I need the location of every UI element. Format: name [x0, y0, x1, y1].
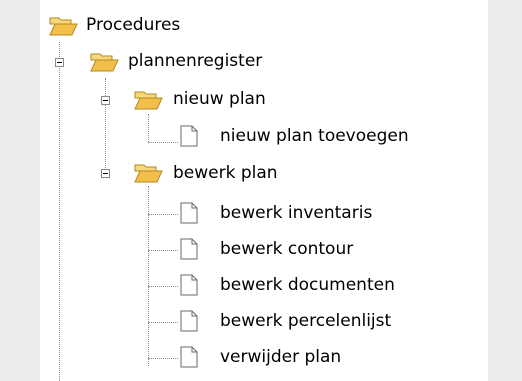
- tree-item-bewerk-inventaris[interactable]: bewerk inventaris: [0, 193, 488, 229]
- tree-node-nieuw-plan[interactable]: nieuw plan: [0, 84, 488, 120]
- tree-node-procedures[interactable]: Procedures: [0, 6, 488, 42]
- collapse-toggle-icon[interactable]: [101, 169, 110, 178]
- tree-item-bewerk-percelenlijst[interactable]: bewerk percelenlijst: [0, 301, 488, 337]
- tree-node-label: bewerk percelenlijst: [220, 311, 392, 331]
- tree-node-bewerk-plan[interactable]: bewerk plan: [0, 157, 488, 193]
- tree-item-verwijder-plan[interactable]: verwijder plan: [0, 337, 488, 373]
- folder-open-icon: [90, 53, 119, 72]
- folder-open-icon: [49, 17, 78, 36]
- tree-node-label: nieuw plan: [173, 89, 266, 109]
- document-icon: [180, 202, 198, 224]
- tree-node-label: plannenregister: [128, 51, 263, 71]
- collapse-toggle-icon[interactable]: [55, 58, 64, 67]
- tree-node-label: bewerk plan: [173, 163, 278, 183]
- tree-item-bewerk-contour[interactable]: bewerk contour: [0, 229, 488, 265]
- folder-open-icon: [134, 91, 163, 110]
- tree-node-label: nieuw plan toevoegen: [220, 126, 409, 146]
- tree-node-label: Procedures: [86, 15, 181, 35]
- tree-node-label: verwijder plan: [220, 347, 342, 367]
- document-icon: [180, 274, 198, 296]
- right-panel-strip: [488, 0, 522, 381]
- document-icon: [180, 238, 198, 260]
- tree-node-label: bewerk contour: [220, 239, 354, 259]
- folder-open-icon: [134, 164, 163, 183]
- tree-node-label: bewerk documenten: [220, 275, 395, 295]
- tree-node-label: bewerk inventaris: [220, 203, 373, 223]
- tree-node-plannenregister[interactable]: plannenregister: [0, 42, 488, 78]
- tree-item-bewerk-documenten[interactable]: bewerk documenten: [0, 265, 488, 301]
- document-icon: [180, 125, 198, 147]
- document-icon: [180, 310, 198, 332]
- collapse-toggle-icon[interactable]: [101, 96, 110, 105]
- document-icon: [180, 346, 198, 368]
- tree-item-nieuw-plan-toevoegen[interactable]: nieuw plan toevoegen: [0, 120, 488, 156]
